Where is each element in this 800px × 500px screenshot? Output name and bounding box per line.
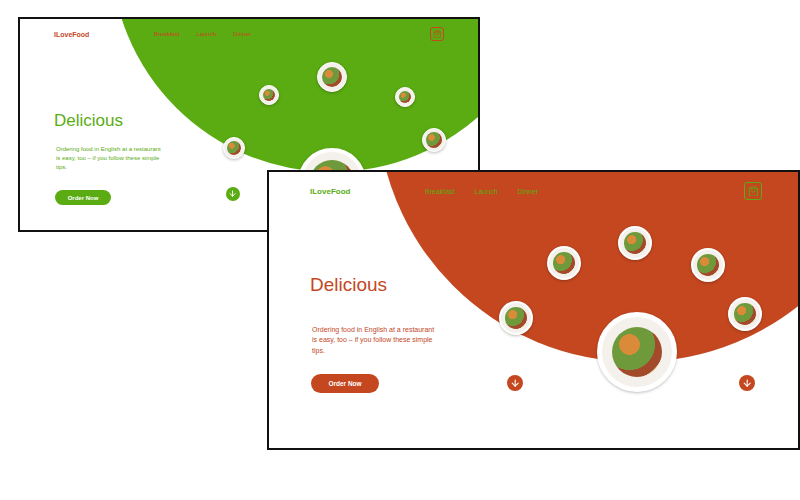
order-button[interactable]: Order Now	[311, 374, 379, 393]
nav-item[interactable]: Dinner	[518, 188, 539, 195]
hero-text: Ordering food in English at a restaurant…	[312, 325, 440, 357]
food-photo	[734, 303, 756, 325]
order-button[interactable]: Order Now	[55, 190, 111, 205]
food-plate	[618, 226, 652, 260]
logo[interactable]: ILoveFood	[54, 31, 154, 38]
food-photo	[399, 91, 412, 104]
food-photo	[227, 141, 241, 155]
food-photo	[263, 89, 276, 102]
food-plate	[728, 297, 762, 331]
food-photo	[697, 254, 719, 276]
hero-circle	[377, 170, 800, 362]
nav-menu: Breakfast Launch Dinner	[425, 188, 538, 195]
hero-circle	[111, 17, 480, 172]
food-plate	[597, 312, 677, 392]
food-photo	[426, 132, 442, 148]
food-plate	[317, 62, 347, 92]
food-plate	[395, 87, 415, 107]
cart-button[interactable]	[430, 27, 444, 41]
presentation-canvas: ILoveFoodBreakfastLaunchDinnerDeliciousO…	[0, 0, 800, 500]
nav-item[interactable]: Breakfast	[154, 31, 179, 37]
nav-item[interactable]: Breakfast	[425, 188, 455, 195]
scroll-down-button[interactable]	[739, 375, 755, 391]
hero-text: Ordering food in English at a restaurant…	[56, 145, 164, 172]
scroll-down-button[interactable]	[226, 187, 240, 201]
arrow-down-icon	[228, 189, 237, 198]
food-plate	[691, 248, 725, 282]
food-plate	[547, 246, 581, 280]
bag-icon	[748, 186, 759, 197]
nav-item[interactable]: Launch	[475, 188, 498, 195]
logo[interactable]: ILoveFood	[310, 187, 425, 196]
scroll-down-button[interactable]	[507, 375, 523, 391]
site-header: ILoveFoodBreakfast Launch Dinner	[20, 19, 478, 41]
nav-item[interactable]: Dinner	[233, 31, 251, 37]
food-photo	[553, 252, 575, 274]
food-photo	[612, 327, 662, 377]
hero-heading: Delicious	[54, 111, 123, 131]
food-photo	[624, 232, 646, 254]
food-plate	[223, 137, 245, 159]
hero: Delicious Ordering food in English at a r…	[269, 200, 798, 393]
food-photo	[505, 307, 527, 329]
hero-heading: Delicious	[310, 274, 387, 297]
food-plate	[422, 128, 446, 152]
nav-menu: Breakfast Launch Dinner	[154, 31, 251, 37]
food-plate	[259, 85, 279, 105]
arrow-down-icon	[510, 378, 520, 388]
food-photo	[322, 67, 342, 87]
nav-item[interactable]: Launch	[196, 31, 216, 37]
arrow-down-icon	[742, 378, 752, 388]
cart-button[interactable]	[744, 182, 762, 200]
site-header: ILoveFoodBreakfast Launch Dinner	[269, 172, 798, 200]
website-mockup: ILoveFoodBreakfast Launch Dinner Delicious O…	[267, 170, 800, 450]
bag-icon	[433, 30, 441, 38]
food-plate	[499, 301, 533, 335]
